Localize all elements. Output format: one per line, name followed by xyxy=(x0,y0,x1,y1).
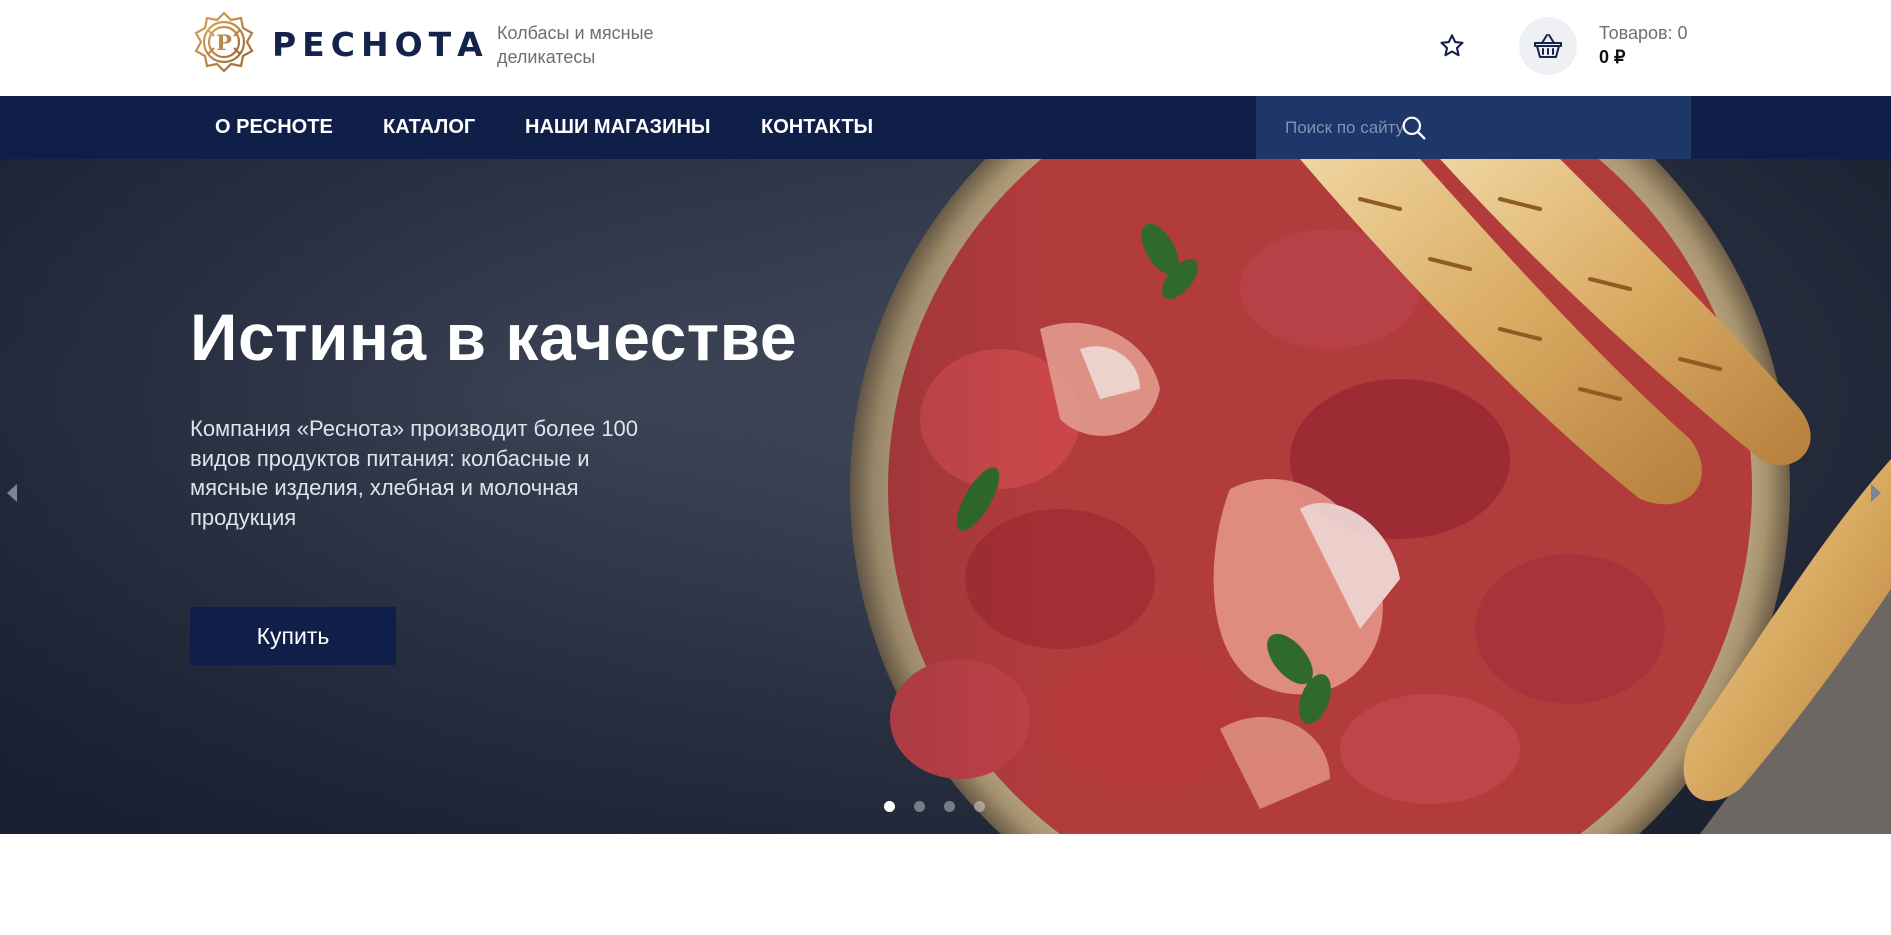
slider-dot-4[interactable] xyxy=(974,801,985,812)
slider-dot-1[interactable] xyxy=(884,801,895,812)
logo-text: РЕСНОТА xyxy=(272,24,489,64)
cart-count: Товаров: 0 xyxy=(1599,23,1688,43)
star-outline-icon xyxy=(1440,34,1464,57)
site-header: Р РЕСНОТА Колбасы и мясные деликатесы То… xyxy=(0,0,1891,96)
search-icon xyxy=(1402,116,1425,139)
search-button[interactable] xyxy=(1382,96,1445,159)
buy-button[interactable]: Купить xyxy=(190,607,396,665)
triangle-right-icon xyxy=(1871,484,1881,502)
cart-button[interactable] xyxy=(1519,17,1577,75)
hero-slider: Истина в качестве Компания «Реснота» про… xyxy=(0,159,1891,834)
triangle-left-icon xyxy=(7,484,17,502)
site-tagline: Колбасы и мясные деликатесы xyxy=(497,23,654,67)
nav-item-about[interactable]: О РЕСНОТЕ xyxy=(215,96,333,159)
svg-text:Р: Р xyxy=(216,30,232,55)
cart-total: 0 ₽ xyxy=(1599,47,1626,67)
hero-title: Истина в качестве xyxy=(190,300,798,374)
nav-item-stores[interactable]: НАШИ МАГАЗИНЫ xyxy=(525,96,710,159)
slider-next-button[interactable] xyxy=(1866,478,1886,508)
slider-prev-button[interactable] xyxy=(2,478,22,508)
hero-description: Компания «Реснота» производит более 100 … xyxy=(190,416,639,530)
cart-summary[interactable]: Товаров: 0 0 ₽ xyxy=(1599,22,1688,70)
logo-emblem-icon: Р xyxy=(194,11,254,73)
main-nav: О РЕСНОТЕ КАТАЛОГ НАШИ МАГАЗИНЫ КОНТАКТЫ xyxy=(0,96,1891,159)
nav-item-contacts[interactable]: КОНТАКТЫ xyxy=(761,96,873,159)
search-input[interactable] xyxy=(1256,96,1636,159)
search-form xyxy=(1256,96,1691,159)
slider-pagination xyxy=(884,801,985,812)
basket-icon xyxy=(1534,34,1562,58)
slider-dot-2[interactable] xyxy=(914,801,925,812)
site-logo[interactable]: Р РЕСНОТА xyxy=(190,10,489,78)
slider-dot-3[interactable] xyxy=(944,801,955,812)
nav-item-catalog[interactable]: КАТАЛОГ xyxy=(383,96,475,159)
favorites-button[interactable] xyxy=(1433,27,1471,65)
